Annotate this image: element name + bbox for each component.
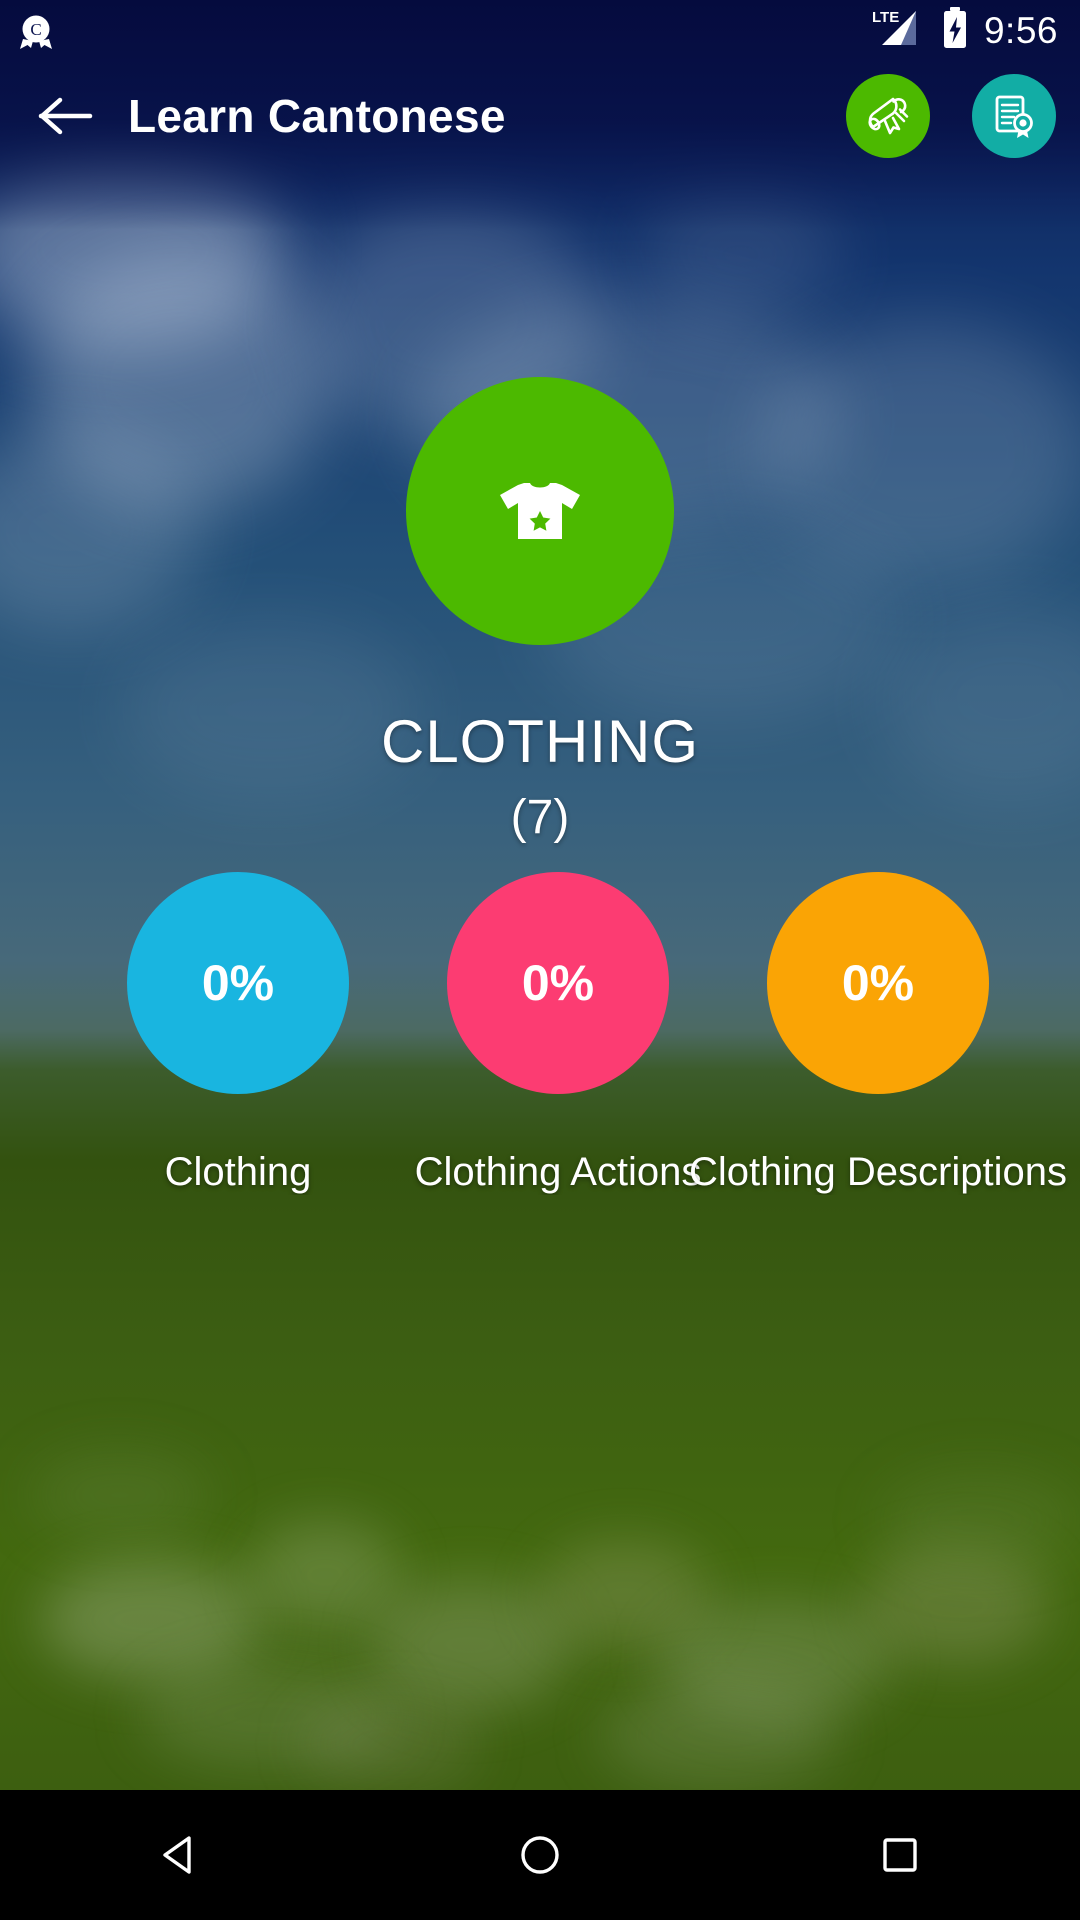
category-icon-button[interactable] xyxy=(406,377,674,645)
lesson-item[interactable]: 0% Clothing xyxy=(78,872,398,1195)
scroll-diploma-icon xyxy=(868,97,909,135)
android-nav-bar xyxy=(0,1790,1080,1920)
lesson-item[interactable]: 0% Clothing Descriptions xyxy=(689,872,1067,1195)
arrow-left-icon xyxy=(38,97,93,135)
lesson-label: Clothing xyxy=(164,1150,312,1194)
lesson-label: Clothing Descriptions xyxy=(689,1150,1067,1194)
lesson-item[interactable]: 0% Clothing Actions xyxy=(398,872,718,1195)
square-recents-icon xyxy=(883,1838,917,1872)
svg-text:C: C xyxy=(30,20,41,39)
circle-home-icon xyxy=(521,1836,559,1874)
main-content: CLOTHING (7) 0% Clothing 0% Clothing Act… xyxy=(0,172,1080,1790)
lesson-progress-value: 0% xyxy=(521,955,595,1011)
lesson-progress-circle[interactable]: 0% xyxy=(127,872,349,1094)
category-count: (7) xyxy=(510,791,570,844)
diploma-scroll-button[interactable] xyxy=(846,74,930,158)
lessons-scroll-row[interactable]: 0% Clothing 0% Clothing Actions 0% Cloth… xyxy=(0,872,1080,1195)
lesson-progress-value: 0% xyxy=(841,955,915,1011)
circle-badge-c-icon: C xyxy=(14,8,58,52)
certificate-button[interactable] xyxy=(972,74,1056,158)
battery-charging-icon xyxy=(940,6,970,55)
status-bar-indicators: LTE 9:56 xyxy=(870,6,1058,55)
signal-bars-icon: LTE xyxy=(870,7,926,54)
lesson-label: Clothing Actions xyxy=(414,1150,702,1194)
lesson-progress-value: 0% xyxy=(201,955,275,1011)
lesson-progress-circle[interactable]: 0% xyxy=(447,872,669,1094)
app-bar: Learn Cantonese xyxy=(0,60,1080,172)
nav-recents-button[interactable] xyxy=(825,1790,975,1920)
triangle-back-icon xyxy=(163,1836,191,1874)
back-button[interactable] xyxy=(34,84,98,148)
app-bar-actions xyxy=(846,74,1056,158)
nav-back-button[interactable] xyxy=(105,1790,255,1920)
status-bar-notifications: C xyxy=(14,8,58,52)
certificate-award-icon xyxy=(995,95,1033,138)
lesson-progress-circle[interactable]: 0% xyxy=(767,872,989,1094)
status-bar: C LTE 9:56 xyxy=(0,0,1080,60)
nav-home-button[interactable] xyxy=(465,1790,615,1920)
category-header: CLOTHING (7) xyxy=(0,377,1080,845)
tshirt-star-icon xyxy=(500,483,580,539)
svg-text:LTE: LTE xyxy=(872,9,899,26)
page-title: Learn Cantonese xyxy=(128,90,506,142)
phone-screen: C LTE 9:56 Learn Cantonese CLOTHING (7) … xyxy=(0,0,1080,1920)
category-title: CLOTHING xyxy=(380,708,700,775)
status-bar-clock: 9:56 xyxy=(983,9,1058,51)
